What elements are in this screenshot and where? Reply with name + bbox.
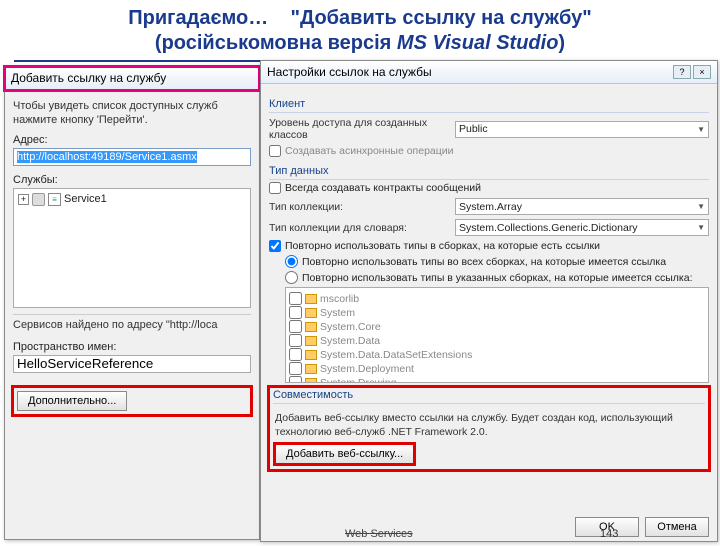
list-item[interactable]: System.Drawing	[289, 376, 705, 383]
left-dialog-title: Добавить ссылку на службу	[11, 71, 166, 85]
access-value: Public	[459, 123, 488, 135]
list-item[interactable]: System	[289, 306, 705, 319]
list-item[interactable]: mscorlib	[289, 292, 705, 305]
left-dialog-titlebar: Добавить ссылку на службу	[5, 67, 259, 90]
found-label: Сервисов найдено по адресу "http://loca	[13, 314, 251, 331]
advanced-button[interactable]: Дополнительно...	[17, 391, 127, 411]
list-item[interactable]: System.Deployment	[289, 362, 705, 375]
always-contracts-checkbox[interactable]: Всегда создавать контракты сообщений	[269, 182, 709, 194]
reuse-all-radio[interactable]: Повторно использовать типы во всех сборк…	[285, 255, 709, 268]
async-checkbox[interactable]: Создавать асинхронные операции	[269, 145, 709, 157]
service-name: Service1	[64, 193, 107, 205]
list-item[interactable]: System.Data	[289, 334, 705, 347]
title-sub: (російськомовна версія	[155, 32, 397, 54]
help-icon[interactable]: ?	[673, 65, 691, 79]
section-datatype: Тип данных	[269, 163, 709, 180]
assembly-icon	[305, 350, 317, 360]
assembly-icon	[305, 336, 317, 346]
expand-icon[interactable]: +	[18, 194, 29, 205]
services-tree[interactable]: + ≡ Service1	[13, 188, 251, 308]
collection-value: System.Array	[459, 201, 522, 213]
add-web-reference-button[interactable]: Добавить веб-ссылку...	[275, 444, 414, 464]
chevron-down-icon: ▼	[697, 125, 705, 134]
list-item[interactable]: System.Core	[289, 320, 705, 333]
section-compat: Совместимость	[273, 387, 705, 404]
chevron-down-icon: ▼	[697, 202, 705, 211]
section-client: Клиент	[269, 96, 709, 113]
title-quote: "Добавить ссылку на службу"	[290, 7, 591, 29]
slide-title: Пригадаємо… "Добавить ссылку на службу" …	[0, 0, 720, 60]
title-sub-end: )	[558, 32, 565, 54]
service-reference-settings-dialog: Настройки ссылок на службы ? × Клиент Ур…	[260, 60, 718, 542]
title-product: MS Visual Studio	[397, 32, 559, 54]
namespace-input[interactable]	[13, 355, 251, 373]
access-label: Уровень доступа для созданных классов	[269, 117, 449, 141]
namespace-label: Пространство имен:	[13, 341, 251, 353]
page-number: 143	[600, 528, 618, 540]
assembly-list[interactable]: mscorlib System System.Core System.Data …	[285, 287, 709, 383]
reuse-selected-radio[interactable]: Повторно использовать типы в указанных с…	[285, 271, 709, 284]
assembly-icon	[305, 378, 317, 384]
compat-text: Добавить веб-ссылку вместо ссылки на слу…	[275, 412, 703, 439]
services-label: Службы:	[13, 174, 251, 186]
service-icon: ≡	[48, 193, 61, 206]
chevron-down-icon: ▼	[697, 223, 705, 232]
address-label: Адрес:	[13, 134, 251, 146]
reuse-all-label: Повторно использовать типы во всех сборк…	[302, 256, 666, 268]
gear-icon	[32, 193, 45, 206]
add-service-reference-dialog: Добавить ссылку на службу Чтобы увидеть …	[4, 66, 260, 540]
dictionary-label: Тип коллекции для словаря:	[269, 222, 449, 234]
access-select[interactable]: Public ▼	[455, 121, 709, 138]
assembly-icon	[305, 364, 317, 374]
right-dialog-title: Настройки ссылок на службы	[267, 65, 432, 79]
tree-row[interactable]: + ≡ Service1	[18, 193, 246, 206]
close-icon[interactable]: ×	[693, 65, 711, 79]
dictionary-value: System.Collections.Generic.Dictionary	[459, 222, 638, 234]
reuse-types-checkbox[interactable]: Повторно использовать типы в сборках, на…	[269, 240, 709, 252]
hint-text: Чтобы увидеть список доступных служб наж…	[13, 100, 251, 128]
title-prefix: Пригадаємо…	[128, 7, 268, 29]
reuse-selected-label: Повторно использовать типы в указанных с…	[302, 272, 693, 284]
always-contracts-label: Всегда создавать контракты сообщений	[285, 182, 481, 194]
assembly-icon	[305, 294, 317, 304]
list-item[interactable]: System.Data.DataSetExtensions	[289, 348, 705, 361]
collection-select[interactable]: System.Array ▼	[455, 198, 709, 215]
assembly-icon	[305, 322, 317, 332]
collection-label: Тип коллекции:	[269, 201, 449, 213]
right-dialog-titlebar: Настройки ссылок на службы ? ×	[261, 61, 717, 84]
reuse-types-label: Повторно использовать типы в сборках, на…	[285, 240, 600, 252]
address-input[interactable]: http://localhost:49189/Service1.asmx	[13, 148, 251, 166]
async-label: Создавать асинхронные операции	[285, 145, 454, 157]
address-value: http://localhost:49189/Service1.asmx	[17, 151, 197, 163]
slide-footer-center: Web Services	[345, 528, 413, 540]
assembly-icon	[305, 308, 317, 318]
cancel-button[interactable]: Отмена	[645, 517, 709, 537]
dictionary-select[interactable]: System.Collections.Generic.Dictionary ▼	[455, 219, 709, 236]
